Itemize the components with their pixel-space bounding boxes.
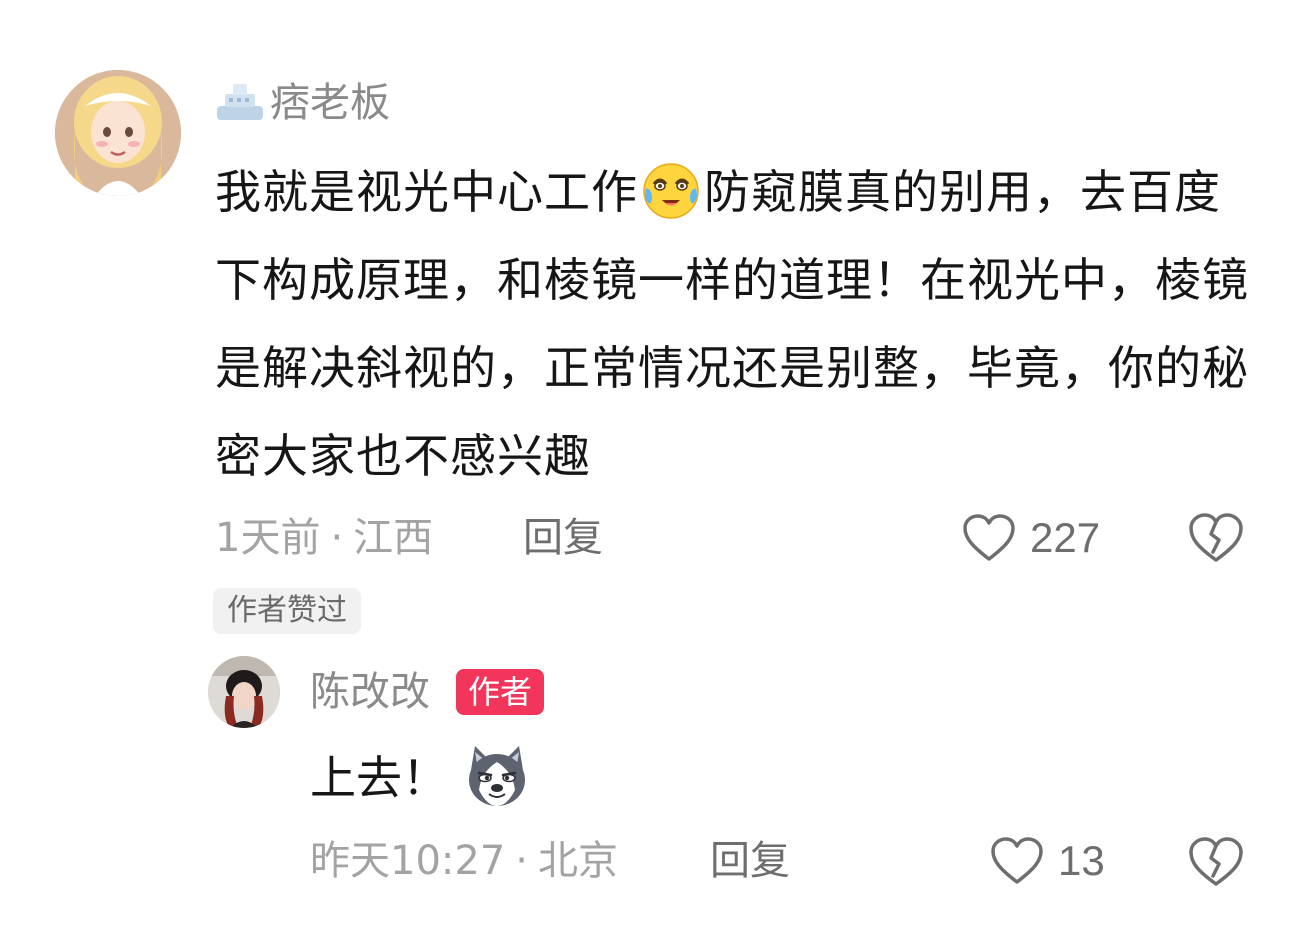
broken-heart-icon[interactable]: [1188, 836, 1244, 888]
author-tag: 作者: [456, 669, 545, 715]
heart-icon: [991, 837, 1043, 884]
commenter-username[interactable]: 痞老板: [270, 78, 390, 128]
reply-location: 北京: [538, 838, 618, 884]
crying-laughing-emoji: [643, 163, 699, 219]
avatar-illustration: [55, 70, 181, 196]
meta-separator: ·: [515, 838, 528, 884]
reply-meta: 昨天10:27 · 北京: [310, 833, 618, 889]
comment-text-part1: 我就是视光中心工作: [215, 165, 638, 219]
comment-text: 我就是视光中心工作 防窥膜真的别用，去百度下构成原理，和棱镜一样的道理！在视光中…: [215, 148, 1265, 500]
commenter-avatar[interactable]: [55, 70, 181, 196]
heart-icon: [963, 514, 1015, 561]
comment-meta: 1天前 · 江西: [215, 510, 433, 566]
reply-like-count: 13: [1058, 837, 1105, 884]
reply-reply-button[interactable]: 回复: [710, 833, 790, 889]
ship-badge-icon: [217, 84, 263, 120]
reply-like-button[interactable]: 13: [990, 833, 1105, 889]
replier-username[interactable]: 陈改改: [310, 665, 430, 719]
like-button[interactable]: 227: [962, 510, 1100, 566]
meta-separator: ·: [330, 515, 344, 561]
reply-text: 上去！: [310, 751, 448, 805]
husky-dog-emoji: [469, 746, 525, 806]
like-count: 227: [1030, 514, 1101, 561]
comment-location: 江西: [353, 515, 434, 561]
comment-time: 1天前: [215, 515, 321, 561]
reply-button[interactable]: 回复: [523, 510, 603, 566]
avatar-photo: [208, 656, 280, 728]
replier-avatar[interactable]: [208, 656, 280, 728]
author-liked-badge: 作者赞过: [213, 588, 361, 634]
reply-time: 昨天10:27: [310, 838, 506, 884]
broken-heart-icon[interactable]: [1188, 512, 1244, 564]
